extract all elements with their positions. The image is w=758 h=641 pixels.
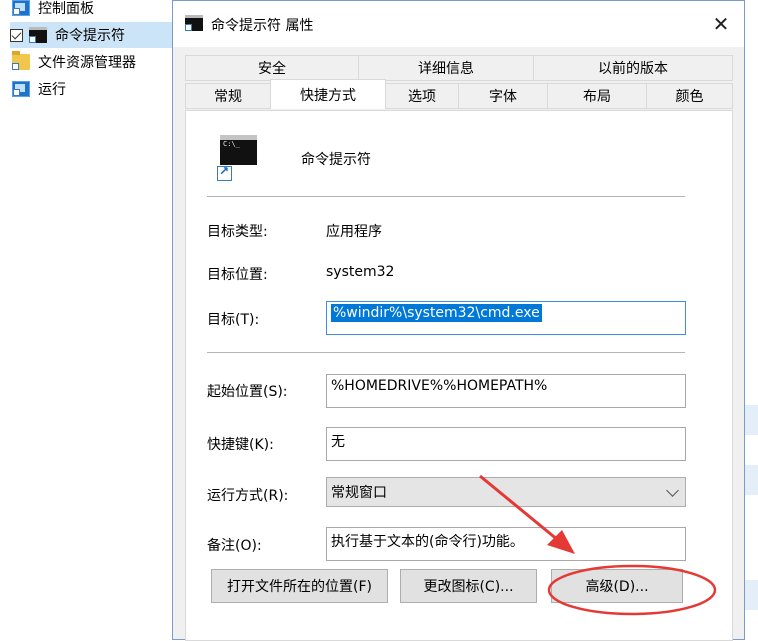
dialog-title: 命令提示符 属性 (211, 18, 314, 34)
chevron-down-icon (666, 484, 679, 497)
properties-dialog: 命令提示符 属性 ✕ 安全 详细信息 以前的版本 常规 快捷方式 选项 字体 布… (172, 0, 747, 641)
button-label: 更改图标(C)... (423, 579, 514, 595)
tab-label: 安全 (258, 61, 286, 77)
close-icon: ✕ (712, 12, 730, 36)
shortcut-tab-panel: C:\_ 命令提示符 目标类型: 应用程序 目标位置: system32 目标(… (185, 110, 733, 641)
background-row (745, 465, 758, 495)
target-input-value: %windir%\system32\cmd.exe (331, 304, 542, 322)
background-row (745, 405, 758, 435)
target-location-label: 目标位置: (207, 267, 268, 283)
nav-item-cmd[interactable]: 命令提示符 (10, 22, 172, 48)
target-input[interactable]: %windir%\system32\cmd.exe (326, 301, 686, 335)
tab-label: 常规 (214, 89, 242, 105)
tab-colors[interactable]: 颜色 (646, 83, 733, 109)
dialog-titlebar[interactable]: 命令提示符 属性 ✕ (173, 1, 744, 47)
shortcut-arrow-icon (217, 164, 232, 181)
tab-layout[interactable]: 布局 (547, 83, 647, 109)
cmd-icon (29, 27, 47, 43)
target-type-value: 应用程序 (326, 224, 382, 240)
open-file-location-button[interactable]: 打开文件所在的位置(F) (211, 569, 388, 603)
tab-details[interactable]: 详细信息 (358, 55, 534, 81)
background-row (745, 580, 758, 610)
tab-label: 详细信息 (418, 61, 474, 77)
hotkey-value: 无 (331, 434, 345, 450)
close-button[interactable]: ✕ (698, 1, 744, 47)
tab-label: 快捷方式 (300, 87, 356, 104)
control-panel-icon (12, 0, 30, 16)
button-label: 高级(D)... (585, 579, 649, 595)
tab-strip: 安全 详细信息 以前的版本 常规 快捷方式 选项 字体 布局 颜色 (185, 55, 747, 111)
tab-label: 布局 (583, 89, 611, 105)
folder-icon (12, 51, 30, 70)
tab-label: 以前的版本 (598, 61, 668, 77)
run-icon (12, 81, 30, 97)
tab-label: 选项 (408, 89, 436, 105)
hotkey-label: 快捷键(K): (207, 437, 274, 453)
cmd-icon: C:\_ (217, 135, 257, 181)
tab-label: 颜色 (675, 89, 704, 105)
nav-item-run[interactable]: 运行 (12, 76, 172, 102)
advanced-button[interactable]: 高级(D)... (551, 569, 683, 603)
prompt-glyph: C:\_ (223, 140, 240, 148)
tab-font[interactable]: 字体 (458, 83, 548, 109)
nav-item-control-panel[interactable]: 控制面板 (12, 0, 172, 21)
run-select-value: 常规窗口 (331, 485, 387, 501)
divider (207, 352, 685, 353)
change-icon-button[interactable]: 更改图标(C)... (400, 569, 537, 603)
comment-value: 执行基于文本的(命令行)功能。 (331, 534, 524, 550)
tab-label: 字体 (489, 89, 517, 105)
nav-item-label: 命令提示符 (55, 28, 125, 44)
start-in-label: 起始位置(S): (207, 384, 288, 400)
start-in-value: %HOMEDRIVE%%HOMEPATH% (331, 378, 548, 394)
tab-general[interactable]: 常规 (185, 83, 271, 109)
nav-item-label: 文件资源管理器 (38, 55, 136, 71)
target-type-label: 目标类型: (207, 224, 268, 240)
run-select[interactable]: 常规窗口 (326, 477, 686, 507)
divider (207, 196, 685, 197)
start-menu-list: 控制面板 命令提示符 文件资源管理器 运行 (0, 0, 172, 635)
start-in-input[interactable]: %HOMEDRIVE%%HOMEPATH% (326, 374, 686, 408)
target-location-value: system32 (326, 264, 395, 280)
tab-options[interactable]: 选项 (385, 83, 459, 109)
nav-item-label: 控制面板 (38, 1, 94, 17)
tab-previous-versions[interactable]: 以前的版本 (533, 55, 733, 81)
comment-label: 备注(O): (207, 538, 262, 554)
shortcut-name: 命令提示符 (301, 152, 371, 168)
button-label: 打开文件所在的位置(F) (227, 579, 372, 595)
tab-shortcut[interactable]: 快捷方式 (270, 79, 386, 109)
nav-item-label: 运行 (38, 82, 66, 98)
run-label: 运行方式(R): (207, 488, 289, 504)
comment-input[interactable]: 执行基于文本的(命令行)功能。 (326, 527, 686, 561)
hotkey-input[interactable]: 无 (326, 427, 686, 461)
cmd-icon (185, 15, 203, 31)
target-label: 目标(T): (207, 312, 260, 328)
check-icon[interactable] (10, 28, 23, 42)
nav-item-file-explorer[interactable]: 文件资源管理器 (12, 49, 172, 75)
tab-security[interactable]: 安全 (185, 55, 359, 81)
